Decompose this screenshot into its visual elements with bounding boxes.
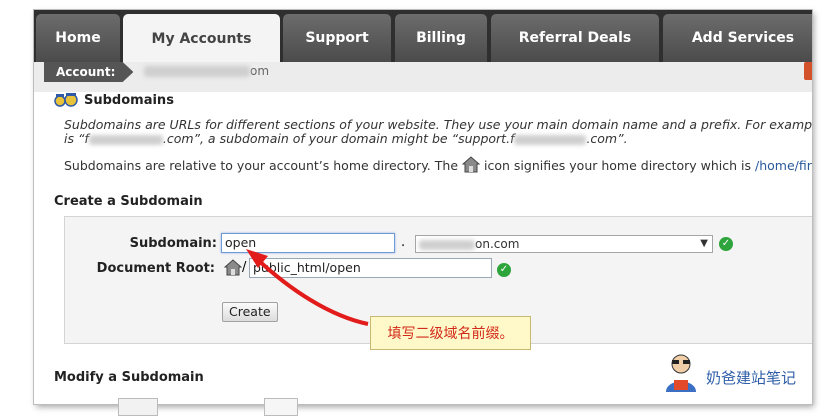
watermark-text: 奶爸建站笔记: [706, 369, 797, 387]
intro-line-2: is “f .com”, a subdomain of your domain m…: [64, 131, 628, 146]
tab-my-accounts[interactable]: My Accounts: [123, 14, 280, 64]
subdomain-label: Subdomain:: [129, 236, 217, 251]
page-title-text: Subdomains: [84, 92, 174, 108]
account-domain: om: [144, 64, 269, 78]
home-icon: [224, 259, 242, 276]
docroot-slash: /: [242, 260, 247, 275]
watermark: 奶爸建站笔记: [660, 350, 810, 394]
tab-add-services[interactable]: Add Services: [663, 14, 812, 62]
redacted-domain: [144, 66, 250, 77]
document-root-input[interactable]: public_html/open: [249, 258, 492, 278]
account-label: Account:: [44, 62, 134, 82]
docroot-valid-icon: ✓: [497, 263, 511, 277]
domain-select[interactable]: on.com ▼: [415, 235, 713, 253]
tab-home[interactable]: Home: [36, 14, 120, 62]
dot-separator: .: [401, 235, 406, 250]
home-directory-note: Subdomains are relative to your account’…: [64, 156, 812, 174]
tab-referral-deals[interactable]: Referral Deals: [491, 14, 659, 62]
create-subdomain-heading: Create a Subdomain: [54, 194, 203, 209]
modify-subdomain-heading: Modify a Subdomain: [54, 370, 204, 385]
subdomain-valid-icon: ✓: [719, 237, 733, 251]
tab-support[interactable]: Support: [283, 14, 391, 62]
logout-tab[interactable]: [804, 62, 812, 80]
watermark-logo-icon: [666, 354, 696, 392]
annotation-callout: 填写二级域名前缀。: [370, 316, 531, 350]
tab-label: Home: [55, 30, 101, 46]
home-path: /home/firsts: [755, 157, 812, 173]
account-bar: Account: om: [34, 62, 812, 93]
account-domain-suffix: om: [250, 64, 270, 78]
tab-billing[interactable]: Billing: [395, 14, 487, 62]
tab-label: Add Services: [691, 30, 795, 46]
subdomain-icon: [54, 93, 78, 107]
tab-label: My Accounts: [151, 31, 252, 47]
tab-label: Support: [305, 30, 369, 46]
intro-text: Subdomains are URLs for different sectio…: [64, 118, 812, 146]
modify-button[interactable]: [264, 398, 298, 416]
page-title: Subdomains: [54, 92, 174, 108]
create-button[interactable]: Create: [222, 302, 278, 322]
main-nav-tabs: Home My Accounts Support Billing Referra…: [34, 10, 812, 64]
modify-input[interactable]: [118, 398, 158, 416]
chevron-down-icon: ▼: [700, 238, 708, 249]
tab-label: Referral Deals: [518, 30, 632, 46]
home-icon: [462, 156, 481, 173]
tab-label: Billing: [416, 30, 466, 46]
subdomain-input[interactable]: open: [221, 233, 395, 253]
intro-line-1: Subdomains are URLs for different sectio…: [64, 117, 812, 132]
document-root-label: Document Root:: [96, 261, 215, 276]
